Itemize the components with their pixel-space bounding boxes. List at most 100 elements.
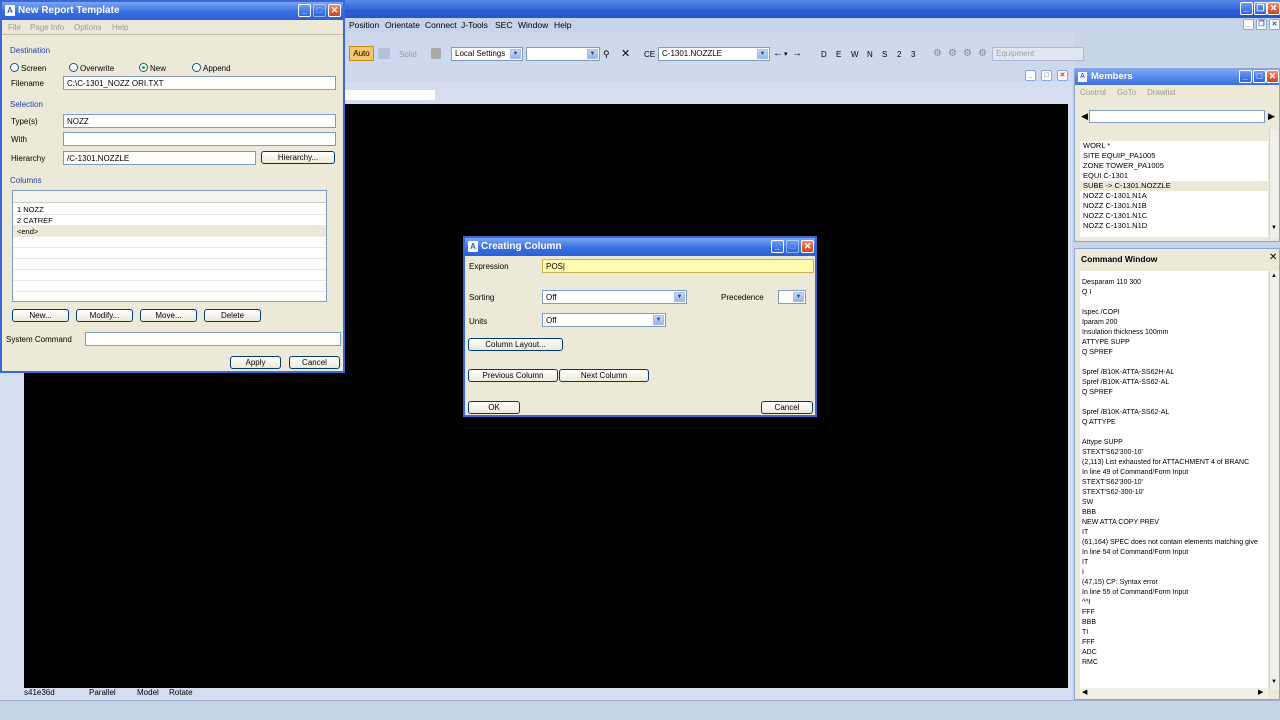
settings-select[interactable]: Local Settings ▼	[451, 47, 523, 61]
menu-orientate[interactable]: Orientate	[385, 20, 420, 30]
list-item-selected[interactable]: SUBE -> C-1301.NOZZLE	[1080, 181, 1268, 191]
view-2-button[interactable]: 2	[897, 50, 901, 59]
mdi-close-icon[interactable]: ✕	[1269, 19, 1280, 30]
members-menu-goto[interactable]: GoTo	[1117, 88, 1136, 97]
system-command-field[interactable]	[85, 332, 341, 346]
radio-screen[interactable]	[10, 63, 19, 72]
list-item[interactable]: WORL *	[1080, 141, 1268, 151]
types-field[interactable]: NOZZ	[63, 114, 336, 128]
scroll-left-icon[interactable]: ◀	[1082, 688, 1087, 696]
direction-s-button[interactable]: S	[882, 50, 887, 59]
cylinder-icon[interactable]	[431, 48, 441, 59]
list-item[interactable]: ZONE TOWER_PA1005	[1080, 161, 1268, 171]
list-item[interactable]: NOZZ C-1301.N1C	[1080, 211, 1268, 221]
mdi-restore-icon[interactable]: ❐	[1256, 19, 1267, 30]
direction-e-button[interactable]: E	[836, 50, 841, 59]
members-minimize-icon[interactable]: _	[1239, 70, 1252, 83]
color-swatch-icon[interactable]	[378, 48, 390, 59]
members-maximize-icon[interactable]: □	[1253, 70, 1266, 83]
forward-arrow-icon[interactable]: →	[792, 48, 802, 59]
back-arrow-icon[interactable]: ←	[773, 48, 783, 59]
tool-icon[interactable]: ⚙	[933, 48, 942, 59]
list-item-selected[interactable]: <end>	[13, 226, 326, 237]
members-search-input[interactable]	[1089, 110, 1265, 123]
tool-icon[interactable]: ⚙	[963, 48, 972, 59]
apply-button[interactable]: Apply	[230, 356, 281, 369]
list-item[interactable]: NOZZ C-1301.N1D	[1080, 221, 1268, 231]
viewport-tab[interactable]	[345, 90, 435, 100]
menu-position[interactable]: Position	[349, 20, 379, 30]
x-icon[interactable]: ✕	[621, 47, 630, 60]
close-icon[interactable]: ✕	[801, 240, 814, 253]
binoculars-icon[interactable]: ⚲	[603, 49, 610, 60]
radio-new[interactable]	[139, 63, 148, 72]
cancel-button[interactable]: Cancel	[289, 356, 340, 369]
list-item[interactable]: 1 NOZZ	[13, 204, 326, 215]
auto-button[interactable]: Auto	[349, 46, 374, 61]
settings-secondary-select[interactable]: ▼	[526, 47, 600, 61]
direction-w-button[interactable]: W	[851, 50, 859, 59]
restore-icon[interactable]: ❐	[1254, 2, 1267, 15]
command-scrollbar[interactable]: ▲ ▼	[1269, 271, 1279, 689]
radio-append[interactable]	[192, 63, 201, 72]
menu-sec[interactable]: SEC	[495, 20, 512, 30]
radio-overwrite[interactable]	[69, 63, 78, 72]
modify-column-button[interactable]: Modify...	[76, 309, 133, 322]
list-item[interactable]: SITE EQUIP_PA1005	[1080, 151, 1268, 161]
members-list[interactable]: WORL * SITE EQUIP_PA1005 ZONE TOWER_PA10…	[1080, 141, 1268, 237]
close-icon[interactable]: ✕	[1269, 252, 1277, 263]
scroll-right-icon[interactable]: ▶	[1268, 111, 1275, 122]
move-column-button[interactable]: Move...	[140, 309, 197, 322]
direction-n-button[interactable]: N	[867, 50, 873, 59]
units-select[interactable]: Off ▼	[542, 313, 666, 327]
menu-connect[interactable]: Connect	[425, 20, 457, 30]
members-scrollbar[interactable]: ▼	[1269, 129, 1279, 239]
hierarchy-button[interactable]: Hierarchy...	[261, 151, 335, 164]
filename-field[interactable]: C:\C-1301_NOZZ ORI.TXT	[63, 76, 336, 90]
column-layout-button[interactable]: Column Layout...	[468, 338, 563, 351]
tool-icon[interactable]: ⚙	[948, 48, 957, 59]
previous-column-button[interactable]: Previous Column	[468, 369, 558, 382]
close-icon[interactable]: ✕	[328, 4, 341, 17]
mdi-minimize-icon[interactable]: _	[1243, 19, 1254, 30]
list-item[interactable]: NOZZ C-1301.N1A	[1080, 191, 1268, 201]
next-column-button[interactable]: Next Column	[559, 369, 649, 382]
ce-select[interactable]: C-1301.NOZZLE ▼	[658, 47, 770, 61]
sorting-select[interactable]: Off ▼	[542, 290, 687, 304]
members-menu-control[interactable]: Control	[1080, 88, 1106, 97]
ok-button[interactable]: OK	[468, 401, 520, 414]
with-field[interactable]	[63, 132, 336, 146]
hierarchy-field[interactable]: /C-1301.NOZZLE	[63, 151, 256, 165]
chevron-down-icon[interactable]: ▼	[1271, 225, 1277, 231]
list-item[interactable]: 2 CATREF	[13, 215, 326, 226]
viewport-close-icon[interactable]: ✕	[1057, 70, 1068, 81]
view-3-button[interactable]: 3	[911, 50, 915, 59]
delete-column-button[interactable]: Delete	[204, 309, 261, 322]
menu-window[interactable]: Window	[518, 20, 548, 30]
dropdown-icon[interactable]: ▾	[784, 50, 788, 58]
scroll-right-icon[interactable]: ▶	[1258, 688, 1263, 696]
chevron-down-icon[interactable]: ▼	[1271, 679, 1277, 685]
close-icon[interactable]: ✕	[1267, 2, 1280, 15]
members-menu-drawlist[interactable]: Drawlist	[1147, 88, 1175, 97]
menu-help[interactable]: Help	[112, 23, 128, 32]
minimize-icon[interactable]: _	[1240, 2, 1253, 15]
tool-icon[interactable]: ⚙	[978, 48, 987, 59]
menu-options[interactable]: Options	[74, 23, 102, 32]
menu-j-tools[interactable]: J-Tools	[461, 20, 488, 30]
command-output[interactable]: Desparam 110 300 Q I Ispec /COPI Iparam 200…	[1080, 271, 1268, 689]
precedence-select[interactable]: ▼	[778, 290, 806, 304]
cancel-button[interactable]: Cancel	[761, 401, 813, 414]
menu-file[interactable]: File	[8, 23, 21, 32]
expression-field[interactable]: POS|	[542, 259, 814, 273]
viewport-minimize-icon[interactable]: _	[1025, 70, 1036, 81]
command-hscrollbar[interactable]: ◀ ▶	[1080, 688, 1268, 698]
scroll-left-icon[interactable]: ◀	[1081, 111, 1088, 122]
minimize-icon[interactable]: _	[771, 240, 784, 253]
minimize-icon[interactable]: _	[298, 4, 311, 17]
list-item[interactable]: EQUI C-1301	[1080, 171, 1268, 181]
direction-d-button[interactable]: D	[821, 50, 827, 59]
columns-list[interactable]: 1 NOZZ 2 CATREF <end>	[12, 190, 327, 302]
chevron-up-icon[interactable]: ▲	[1271, 273, 1277, 279]
equipment-select[interactable]: Equipment	[992, 47, 1084, 61]
